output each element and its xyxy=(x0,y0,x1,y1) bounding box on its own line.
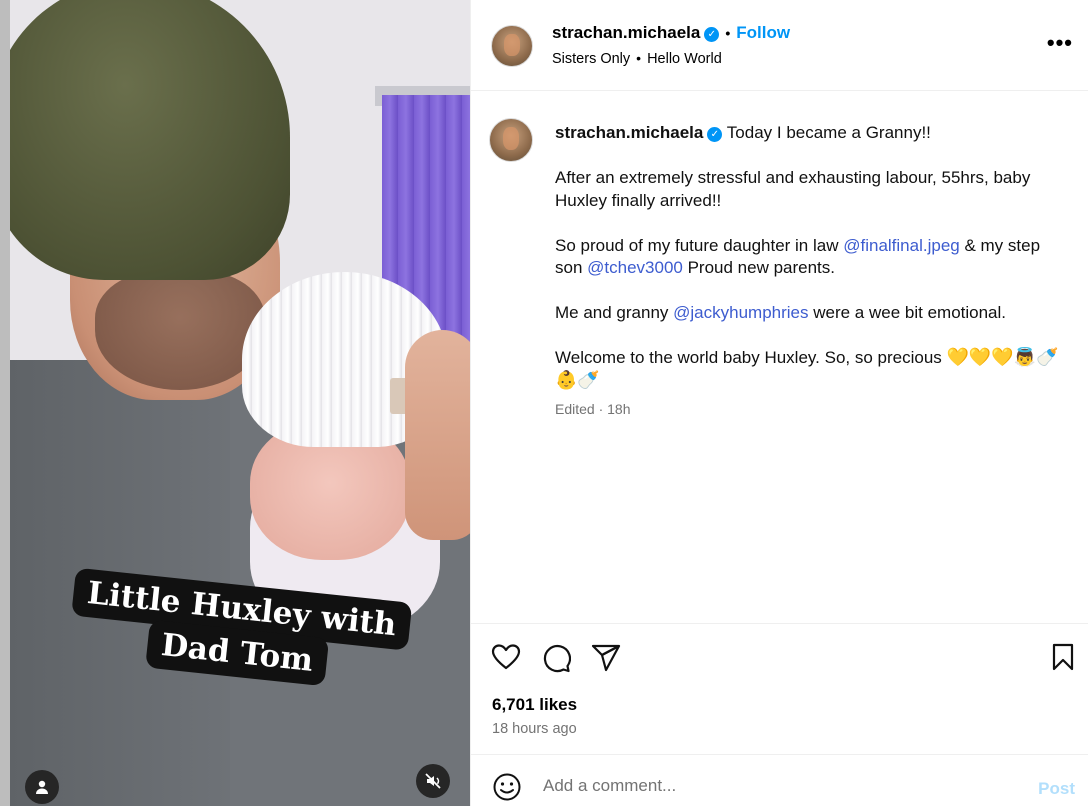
audio-title[interactable]: Hello World xyxy=(647,51,722,67)
caption-author-avatar[interactable] xyxy=(489,118,533,162)
save-bookmark-icon[interactable] xyxy=(1051,643,1075,671)
verified-badge-icon: ✓ xyxy=(704,27,720,42)
user-icon xyxy=(36,780,48,794)
edited-timestamp: Edited · 18h xyxy=(555,401,631,417)
caption-paragraph: Welcome to the world baby Huxley. So, so… xyxy=(555,347,1059,391)
caption-paragraph: After an extremely stressful and exhaust… xyxy=(555,168,1031,210)
comment-bar: Post xyxy=(471,754,1088,807)
tagged-users-button[interactable] xyxy=(25,770,59,804)
audio-info[interactable]: Sisters Only • Hello World xyxy=(552,50,722,67)
follow-button[interactable]: Follow xyxy=(736,23,790,42)
action-bar: 6,701 likes 18 hours ago xyxy=(471,623,1088,754)
author-username[interactable]: strachan.michaela xyxy=(552,23,700,42)
mention-link[interactable]: @finalfinal.jpeg xyxy=(843,236,960,255)
green-cap xyxy=(10,0,290,280)
caption-username[interactable]: strachan.michaela xyxy=(555,123,703,142)
separator-dot: • xyxy=(725,25,731,41)
share-send-icon[interactable] xyxy=(591,643,621,673)
emoji-smiley-icon[interactable] xyxy=(492,772,522,802)
caption-paragraph: So proud of my future daughter in law @f… xyxy=(555,235,1041,278)
mention-link[interactable]: @jackyhumphries xyxy=(673,303,808,322)
post-panel: strachan.michaela ✓ • Follow Sisters Only • H… xyxy=(470,0,1088,806)
author-avatar[interactable] xyxy=(491,25,533,67)
muted-speaker-icon xyxy=(425,773,441,789)
mute-button[interactable] xyxy=(416,764,450,798)
post-header: strachan.michaela ✓ • Follow Sisters Only • H… xyxy=(471,0,1088,91)
post-comment-button[interactable]: Post xyxy=(1038,779,1075,799)
caption-first-line: Today I became a Granny!! xyxy=(726,123,931,142)
post-media[interactable]: Little Huxley with Dad Tom xyxy=(0,0,470,806)
caption-text: strachan.michaela ✓ Today I became a Gran… xyxy=(555,122,1070,421)
like-heart-icon[interactable] xyxy=(491,643,521,671)
media-edge xyxy=(0,0,10,806)
audio-artist[interactable]: Sisters Only xyxy=(552,51,630,67)
mention-link[interactable]: @tchev3000 xyxy=(587,258,683,277)
post-time[interactable]: 18 hours ago xyxy=(492,721,577,737)
father-hand xyxy=(405,330,470,540)
comment-bubble-icon[interactable] xyxy=(541,643,571,673)
verified-badge-icon: ✓ xyxy=(707,127,723,142)
comment-input[interactable] xyxy=(541,775,1015,797)
post-caption-area: strachan.michaela ✓ Today I became a Gran… xyxy=(471,91,1088,623)
more-options-icon[interactable]: ••• xyxy=(1047,30,1073,56)
caption-paragraph: Me and granny @jackyhumphries were a wee… xyxy=(555,303,1007,322)
likes-count[interactable]: 6,701 likes xyxy=(492,695,577,715)
